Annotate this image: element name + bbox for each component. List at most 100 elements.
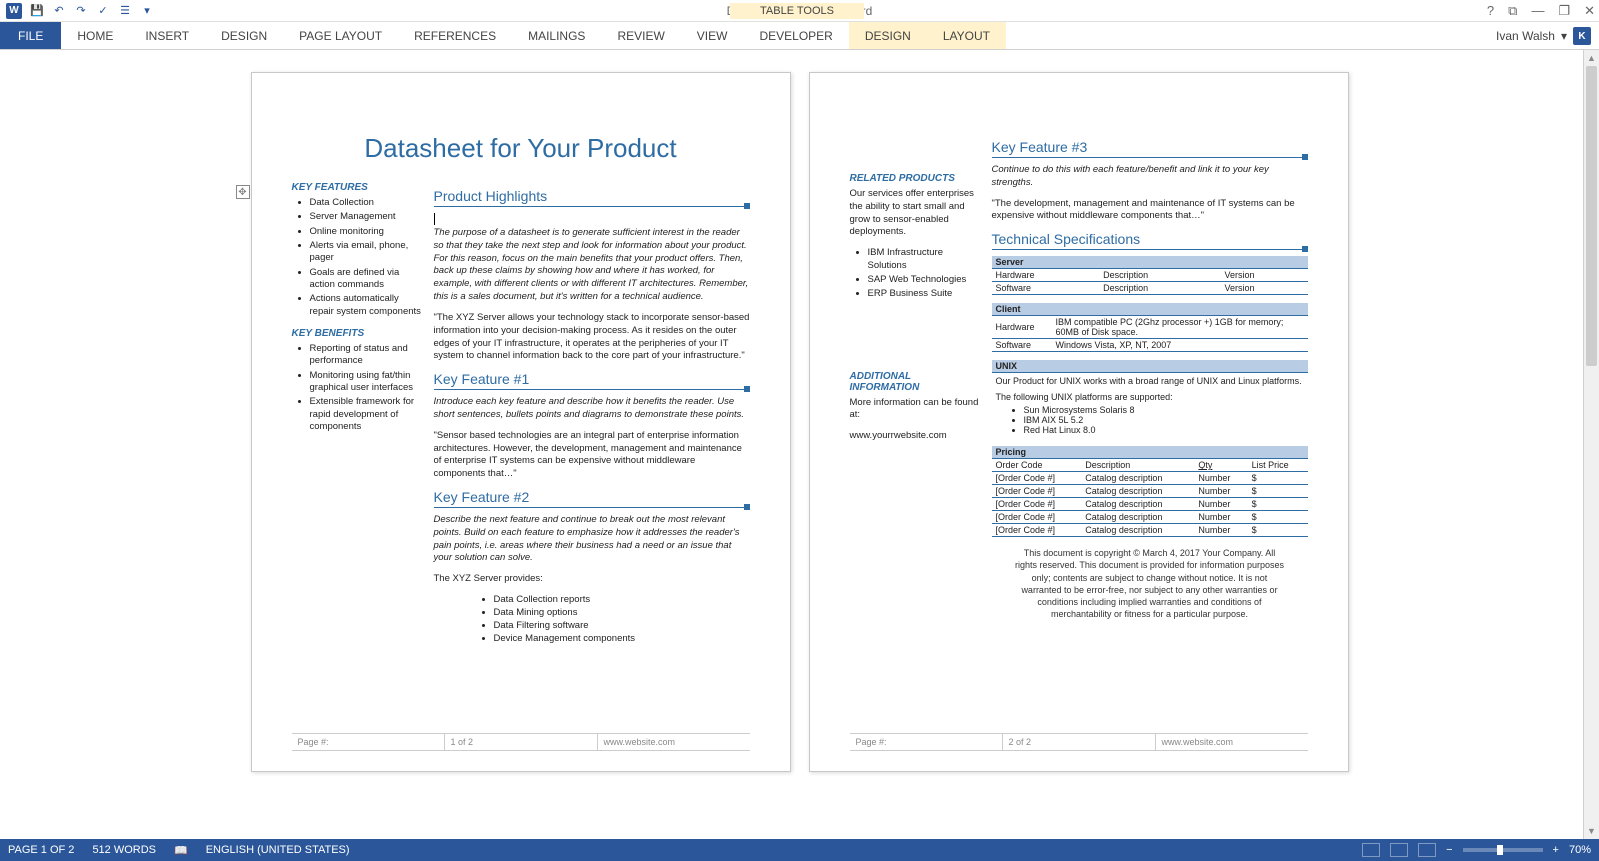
table-anchor-icon[interactable]: ✥ bbox=[236, 185, 250, 199]
list-item[interactable]: Actions automatically repair system comp… bbox=[310, 293, 422, 318]
scroll-thumb[interactable] bbox=[1586, 66, 1597, 366]
vertical-scrollbar[interactable]: ▲ ▼ bbox=[1583, 50, 1599, 839]
tab-mailings[interactable]: MAILINGS bbox=[512, 22, 601, 49]
paragraph[interactable]: The XYZ Server provides: bbox=[434, 573, 750, 586]
user-dropdown-icon[interactable]: ▾ bbox=[1561, 29, 1567, 43]
status-page[interactable]: PAGE 1 OF 2 bbox=[8, 844, 74, 856]
help-icon[interactable]: ? bbox=[1487, 3, 1494, 19]
table-cell[interactable]: Catalog description bbox=[1081, 485, 1194, 498]
paragraph[interactable]: Describe the next feature and continue t… bbox=[434, 514, 750, 565]
user-area[interactable]: Ivan Walsh ▾ K bbox=[1496, 22, 1591, 50]
proofing-icon[interactable]: 📖 bbox=[174, 844, 188, 857]
redo-icon[interactable]: ↷ bbox=[74, 4, 88, 18]
key-features-hdr[interactable]: KEY FEATURES bbox=[292, 182, 422, 193]
table-cell[interactable]: Description bbox=[1099, 269, 1220, 282]
zoom-slider[interactable] bbox=[1463, 848, 1543, 852]
list-item[interactable]: Red Hat Linux 8.0 bbox=[1024, 425, 1304, 435]
table-header[interactable]: Server bbox=[992, 256, 1308, 269]
product-highlights-hdr[interactable]: Product Highlights bbox=[434, 188, 750, 207]
tab-insert[interactable]: INSERT bbox=[129, 22, 205, 49]
additional-info-hdr[interactable]: ADDITIONAL INFORMATION bbox=[850, 371, 980, 393]
zoom-in-button[interactable]: + bbox=[1553, 844, 1559, 856]
paragraph[interactable]: The purpose of a datasheet is to generat… bbox=[434, 227, 750, 304]
table-cell[interactable]: Number bbox=[1194, 472, 1247, 485]
tab-design[interactable]: DESIGN bbox=[205, 22, 283, 49]
list-item[interactable]: IBM AIX 5L 5.2 bbox=[1024, 415, 1304, 425]
tab-page-layout[interactable]: PAGE LAYOUT bbox=[283, 22, 398, 49]
table-cell[interactable]: Software bbox=[992, 282, 1100, 295]
status-word-count[interactable]: 512 WORDS bbox=[92, 844, 156, 856]
list-item[interactable]: Reporting of status and performance bbox=[310, 343, 422, 368]
related-products-list[interactable]: IBM Infrastructure Solutions SAP Web Tec… bbox=[850, 247, 980, 300]
document-canvas[interactable]: ✥ Datasheet for Your Product KEY FEATURE… bbox=[0, 50, 1599, 839]
web-layout-icon[interactable] bbox=[1418, 843, 1436, 857]
table-cell[interactable]: Windows Vista, XP, NT, 2007 bbox=[1052, 339, 1308, 352]
table-cell[interactable]: $ bbox=[1248, 472, 1308, 485]
list-item[interactable]: Online monitoring bbox=[310, 226, 422, 238]
tab-references[interactable]: REFERENCES bbox=[398, 22, 512, 49]
table-cell[interactable]: Hardware bbox=[992, 269, 1100, 282]
table-cell[interactable]: Catalog description bbox=[1081, 498, 1194, 511]
table-cell[interactable]: [Order Code #] bbox=[992, 485, 1082, 498]
paragraph[interactable]: Our services offer enterprises the abili… bbox=[850, 188, 980, 239]
list-item[interactable]: SAP Web Technologies bbox=[868, 274, 980, 286]
list-item[interactable]: Data Collection reports bbox=[494, 594, 750, 607]
table-cell[interactable]: Software bbox=[992, 339, 1052, 352]
feature-bullets[interactable]: Data Collection reports Data Mining opti… bbox=[434, 594, 750, 645]
table-cell[interactable]: Number bbox=[1194, 511, 1247, 524]
list-item[interactable]: IBM Infrastructure Solutions bbox=[868, 247, 980, 272]
print-layout-icon[interactable] bbox=[1390, 843, 1408, 857]
table-cell[interactable]: Number bbox=[1194, 485, 1247, 498]
read-mode-icon[interactable] bbox=[1362, 843, 1380, 857]
key-benefits-list[interactable]: Reporting of status and performance Moni… bbox=[292, 343, 422, 433]
list-item[interactable]: Data Collection bbox=[310, 197, 422, 209]
paragraph[interactable]: "The XYZ Server allows your technology s… bbox=[434, 312, 750, 363]
list-item[interactable]: Extensible framework for rapid developme… bbox=[310, 396, 422, 433]
tab-developer[interactable]: DEVELOPER bbox=[743, 22, 848, 49]
zoom-out-button[interactable]: − bbox=[1446, 844, 1452, 856]
user-badge[interactable]: K bbox=[1573, 27, 1591, 45]
pricing-table[interactable]: Pricing Order Code Description Qty List … bbox=[992, 446, 1308, 537]
list-item[interactable]: Server Management bbox=[310, 211, 422, 223]
table-header[interactable]: UNIX bbox=[992, 360, 1308, 373]
scroll-down-icon[interactable]: ▼ bbox=[1584, 823, 1599, 839]
status-language[interactable]: ENGLISH (UNITED STATES) bbox=[206, 844, 350, 856]
table-cell[interactable]: IBM compatible PC (2Ghz processor +) 1GB… bbox=[1052, 316, 1308, 339]
copyright-notice[interactable]: This document is copyright © March 4, 20… bbox=[992, 547, 1308, 620]
list-item[interactable]: Monitoring using fat/thin graphical user… bbox=[310, 370, 422, 395]
list-item[interactable]: Data Mining options bbox=[494, 607, 750, 620]
scroll-up-icon[interactable]: ▲ bbox=[1584, 50, 1599, 66]
table-header[interactable]: Pricing bbox=[992, 446, 1308, 459]
table-cell[interactable]: $ bbox=[1248, 498, 1308, 511]
paragraph[interactable]: "The development, management and mainten… bbox=[992, 198, 1308, 224]
table-cell[interactable]: Hardware bbox=[992, 316, 1052, 339]
table-cell[interactable]: Description bbox=[1099, 282, 1220, 295]
tab-view[interactable]: VIEW bbox=[681, 22, 744, 49]
technical-spec-hdr[interactable]: Technical Specifications bbox=[992, 231, 1308, 250]
undo-icon[interactable]: ↶ bbox=[52, 4, 66, 18]
related-products-hdr[interactable]: RELATED PRODUCTS bbox=[850, 173, 980, 184]
spellcheck-icon[interactable]: ✓ bbox=[96, 4, 110, 18]
table-cell[interactable]: Catalog description bbox=[1081, 472, 1194, 485]
key-benefits-hdr[interactable]: KEY BENEFITS bbox=[292, 328, 422, 339]
key-feature-1-hdr[interactable]: Key Feature #1 bbox=[434, 371, 750, 390]
list-item[interactable]: Goals are defined via action commands bbox=[310, 267, 422, 292]
table-cell[interactable]: Description bbox=[1081, 459, 1194, 472]
table-cell[interactable]: [Order Code #] bbox=[992, 498, 1082, 511]
list-item[interactable]: Device Management components bbox=[494, 633, 750, 646]
table-tab-layout[interactable]: LAYOUT bbox=[927, 22, 1006, 49]
table-cell[interactable]: Sun Microsystems Solaris 8 IBM AIX 5L 5.… bbox=[992, 405, 1308, 438]
touch-mode-icon[interactable]: ☰ bbox=[118, 4, 132, 18]
save-icon[interactable]: 💾 bbox=[30, 4, 44, 18]
paragraph[interactable]: More information can be found at: bbox=[850, 397, 980, 423]
ribbon-display-icon[interactable]: ⧉ bbox=[1508, 3, 1517, 19]
table-cell[interactable]: [Order Code #] bbox=[992, 511, 1082, 524]
key-features-list[interactable]: Data Collection Server Management Online… bbox=[292, 197, 422, 318]
tab-home[interactable]: HOME bbox=[61, 22, 129, 49]
unix-table[interactable]: UNIX Our Product for UNIX works with a b… bbox=[992, 360, 1308, 438]
table-cell[interactable]: [Order Code #] bbox=[992, 524, 1082, 537]
table-cell[interactable]: Version bbox=[1220, 282, 1307, 295]
restore-icon[interactable]: ❐ bbox=[1558, 3, 1570, 19]
zoom-slider-thumb[interactable] bbox=[1497, 845, 1503, 855]
zoom-percent[interactable]: 70% bbox=[1569, 844, 1591, 856]
